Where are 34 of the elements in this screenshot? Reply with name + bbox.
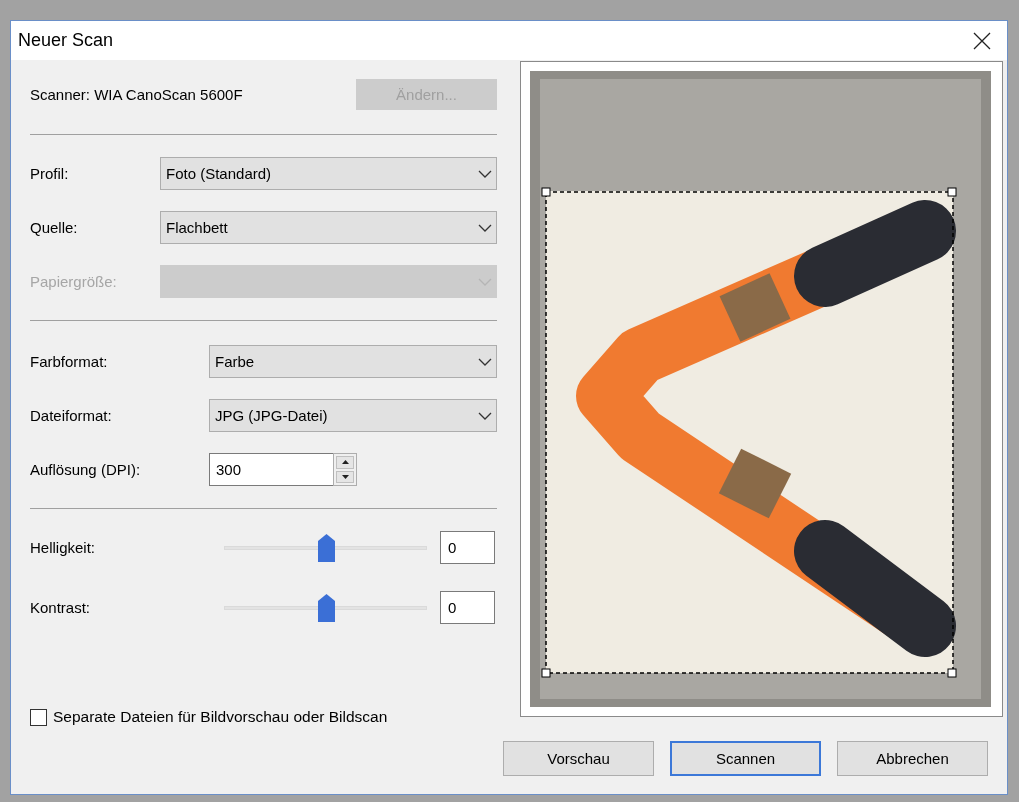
triangle-down-icon: [341, 474, 349, 479]
cancel-button[interactable]: Abbrechen: [837, 741, 988, 776]
dropdown[interactable]: Farbe: [209, 345, 497, 378]
preview-button[interactable]: Vorschau: [503, 741, 654, 776]
dropdown[interactable]: JPG (JPG-Datei): [209, 399, 497, 432]
field-label: Farbformat:: [30, 353, 109, 370]
chevron-down-icon: [478, 223, 492, 232]
dropdown[interactable]: Foto (Standard): [160, 157, 497, 190]
field-label: Dateiformat:: [30, 407, 113, 424]
window-title: Neuer Scan: [18, 30, 114, 51]
selection-frame[interactable]: [541, 187, 957, 678]
triangle-up-icon: [341, 460, 349, 465]
checkbox-label: Separate Dateien für Bildvorschau oder Bildscan: [53, 708, 388, 726]
spin-up-button[interactable]: [336, 456, 354, 469]
slider-thumb[interactable]: [317, 593, 335, 622]
resolution-input[interactable]: 300: [209, 453, 333, 486]
field-label: Profil:: [30, 165, 70, 182]
value-input[interactable]: 0: [440, 531, 495, 564]
scanner-name: Scanner: WIA CanoScan 5600F: [30, 86, 243, 103]
field-label: Auflösung (DPI):: [30, 461, 142, 478]
chevron-down-icon: [478, 169, 492, 178]
chevron-down-icon: [478, 411, 492, 420]
scan-button[interactable]: Scannen: [670, 741, 821, 776]
field-label: Papiergröße:: [30, 273, 118, 290]
field-label: Quelle:: [30, 219, 79, 236]
value-input[interactable]: 0: [440, 591, 495, 624]
field-label: Kontrast:: [30, 599, 92, 616]
checkbox[interactable]: [30, 708, 47, 726]
spin-down-button[interactable]: [336, 470, 354, 483]
field-label: Helligkeit:: [30, 539, 97, 556]
close-icon[interactable]: [973, 31, 991, 50]
chevron-down-icon: [478, 357, 492, 366]
dropdown[interactable]: Flachbett: [160, 211, 497, 244]
slider-thumb[interactable]: [317, 533, 335, 562]
